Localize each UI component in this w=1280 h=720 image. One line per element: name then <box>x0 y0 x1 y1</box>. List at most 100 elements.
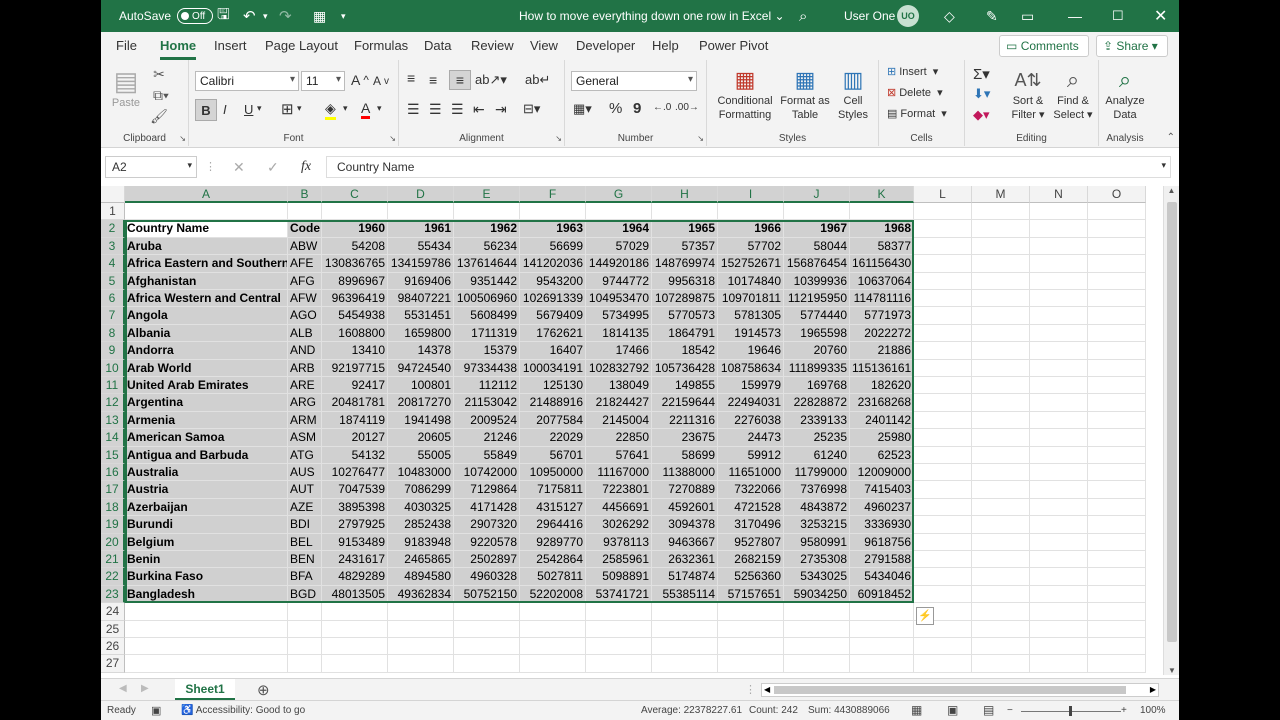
cell[interactable] <box>1030 324 1088 343</box>
cell[interactable]: Burundi <box>125 516 288 534</box>
cell[interactable]: 2797925 <box>322 516 388 534</box>
column-header-j[interactable]: J <box>784 186 850 203</box>
cell[interactable]: AZE <box>288 498 322 517</box>
cell[interactable] <box>914 203 972 221</box>
cell[interactable]: 5098891 <box>586 568 652 586</box>
cell[interactable]: 159979 <box>718 377 784 395</box>
cell[interactable]: 9744772 <box>586 272 652 290</box>
zoom-in-icon[interactable]: + <box>1121 705 1127 716</box>
cell[interactable] <box>1030 638 1088 656</box>
cell[interactable]: 9169406 <box>388 272 454 290</box>
cell[interactable] <box>972 533 1030 551</box>
cell[interactable] <box>1088 255 1146 273</box>
cell[interactable]: 55005 <box>388 446 454 464</box>
cell[interactable] <box>972 377 1030 395</box>
cell[interactable] <box>520 603 586 621</box>
cell[interactable] <box>850 620 914 638</box>
cell[interactable] <box>1030 290 1088 308</box>
collapse-ribbon-icon[interactable]: ⌃ <box>1167 132 1175 143</box>
cell[interactable] <box>972 655 1030 673</box>
cell[interactable]: 55385114 <box>652 585 718 604</box>
cell[interactable]: 3094378 <box>652 516 718 534</box>
quick-analysis-icon[interactable]: ⚡ <box>916 607 934 626</box>
cell[interactable]: ARE <box>288 377 322 395</box>
format-cells-button[interactable]: ▤ Format ▾ <box>887 107 947 121</box>
cell[interactable] <box>125 603 288 621</box>
cell[interactable]: 9220578 <box>454 533 520 551</box>
cell[interactable] <box>586 203 652 221</box>
cell[interactable]: 5343025 <box>784 568 850 586</box>
accounting-format-icon[interactable]: ▦▾ <box>573 101 592 117</box>
cell[interactable]: 23168268 <box>850 394 914 412</box>
row-header[interactable]: 8 <box>101 324 125 343</box>
cell[interactable]: 20127 <box>322 429 388 447</box>
cell[interactable]: 102691339 <box>520 290 586 308</box>
cell[interactable]: 3895398 <box>322 498 388 517</box>
cell[interactable] <box>972 203 1030 221</box>
cell[interactable] <box>322 620 388 638</box>
cell[interactable] <box>1088 359 1146 377</box>
cell[interactable]: 59912 <box>718 446 784 464</box>
undo-dropdown-icon[interactable]: ▾ <box>263 0 268 32</box>
cell[interactable]: 5771973 <box>850 307 914 325</box>
cell[interactable] <box>1088 290 1146 308</box>
cell[interactable]: 1960 <box>322 220 388 238</box>
row-header[interactable]: 17 <box>101 481 125 499</box>
cell[interactable] <box>718 620 784 638</box>
cell[interactable]: 10399936 <box>784 272 850 290</box>
cell[interactable] <box>914 481 972 499</box>
cell[interactable]: 1961 <box>388 220 454 238</box>
cell[interactable]: 57702 <box>718 237 784 256</box>
cell[interactable] <box>288 638 322 656</box>
cell[interactable] <box>1030 429 1088 447</box>
cell[interactable]: 2465865 <box>388 551 454 569</box>
cell[interactable]: 22029 <box>520 429 586 447</box>
cell[interactable]: 3026292 <box>586 516 652 534</box>
cell[interactable] <box>914 498 972 517</box>
cell[interactable] <box>718 655 784 673</box>
cell[interactable] <box>972 585 1030 604</box>
cell[interactable] <box>784 620 850 638</box>
cell[interactable]: 5679409 <box>520 307 586 325</box>
find-select-button[interactable]: ⌕ Find & Select ▾ <box>1051 66 1095 122</box>
cell[interactable]: 1941498 <box>388 411 454 430</box>
cell[interactable] <box>1030 620 1088 638</box>
cell[interactable] <box>652 203 718 221</box>
cell[interactable]: 25980 <box>850 429 914 447</box>
cell[interactable]: 10174840 <box>718 272 784 290</box>
cell[interactable]: 111899335 <box>784 359 850 377</box>
cell[interactable]: 115136161 <box>850 359 914 377</box>
dialog-launcher-icon[interactable]: ↘ <box>389 134 396 143</box>
cell[interactable] <box>288 655 322 673</box>
cell[interactable]: Belgium <box>125 533 288 551</box>
cell[interactable]: 112195950 <box>784 290 850 308</box>
cell[interactable]: Albania <box>125 324 288 343</box>
cell[interactable] <box>972 603 1030 621</box>
chevron-down-icon[interactable]: ▾ <box>257 103 262 114</box>
cell[interactable]: 7086299 <box>388 481 454 499</box>
scroll-left-icon[interactable]: ◀ <box>762 684 772 695</box>
cell[interactable]: 61240 <box>784 446 850 464</box>
cell[interactable]: 48013505 <box>322 585 388 604</box>
align-top-icon[interactable]: ≡ <box>407 70 415 86</box>
cell[interactable]: 11799000 <box>784 464 850 482</box>
cell[interactable]: United Arab Emirates <box>125 377 288 395</box>
cell[interactable]: AFE <box>288 255 322 273</box>
cell[interactable] <box>652 603 718 621</box>
cell[interactable] <box>1088 568 1146 586</box>
cell[interactable]: 108758634 <box>718 359 784 377</box>
cell[interactable]: 100801 <box>388 377 454 395</box>
row-header[interactable]: 22 <box>101 568 125 586</box>
h-scroll-thumb[interactable] <box>774 686 1126 694</box>
column-header-b[interactable]: B <box>288 186 322 203</box>
cell[interactable]: 1965 <box>652 220 718 238</box>
row-header[interactable]: 19 <box>101 516 125 534</box>
row-header[interactable]: 13 <box>101 411 125 430</box>
cell[interactable] <box>972 429 1030 447</box>
chevron-down-icon[interactable]: ▾ <box>377 103 382 114</box>
cell[interactable] <box>125 620 288 638</box>
cell[interactable]: 50752150 <box>454 585 520 604</box>
cell[interactable]: 9289770 <box>520 533 586 551</box>
row-header[interactable]: 1 <box>101 203 125 221</box>
clear-icon[interactable]: ◆▾ <box>973 107 990 123</box>
